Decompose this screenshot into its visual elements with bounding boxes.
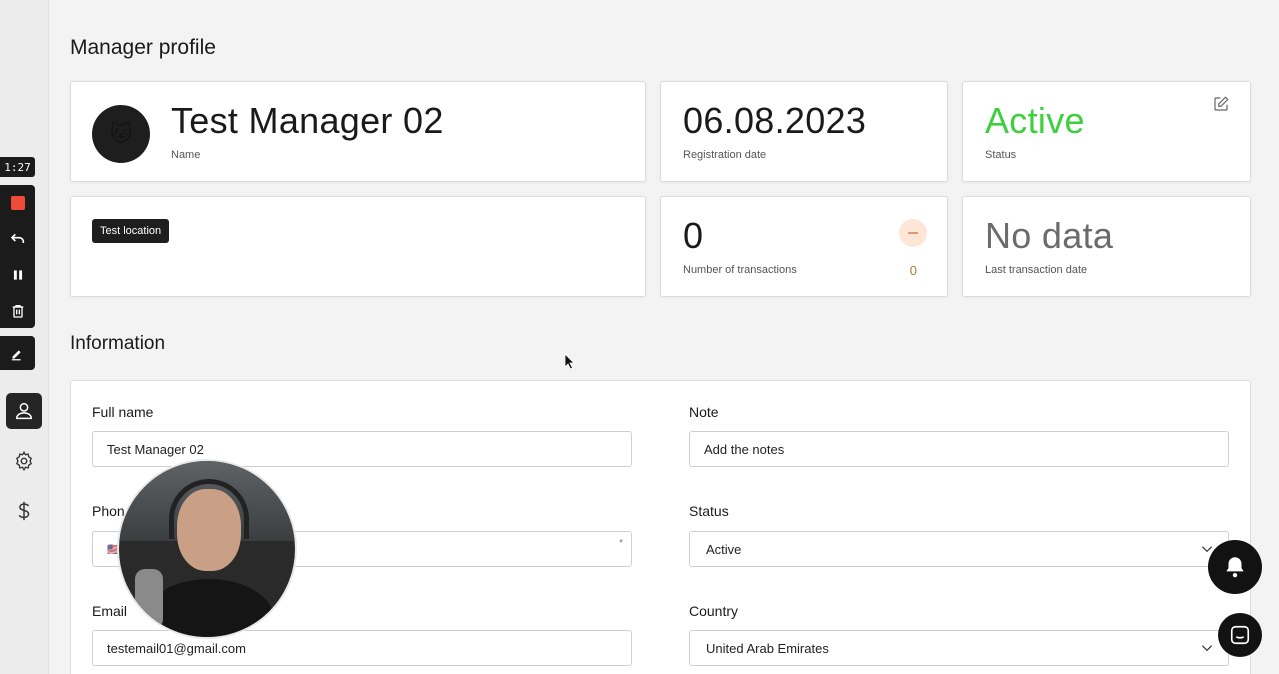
full-name-label: Full name — [92, 404, 154, 420]
chat-button[interactable] — [1218, 613, 1262, 657]
avatar: 🐱 — [92, 105, 150, 163]
country-select[interactable]: United Arab Emirates — [689, 630, 1229, 666]
country-select-value: United Arab Emirates — [706, 640, 829, 656]
transactions-change: 0 — [909, 263, 917, 278]
registration-card: 06.08.2023 Registration date — [660, 81, 948, 182]
chat-icon — [1230, 625, 1250, 645]
sidebar-item-profile[interactable] — [6, 393, 42, 429]
notifications-button[interactable] — [1208, 540, 1262, 594]
transactions-card: 0 Number of transactions 0 — [660, 196, 948, 297]
name-label: Name — [171, 149, 201, 161]
required-mark: * — [619, 538, 623, 549]
pause-icon — [13, 269, 22, 280]
manager-name: Test Manager 02 — [171, 100, 444, 141]
location-card: Test location — [70, 196, 646, 297]
sidebar-item-finance[interactable] — [6, 493, 42, 529]
recording-toolbar — [0, 185, 35, 328]
edit-icon[interactable] — [1212, 95, 1230, 113]
trend-neutral-icon — [899, 219, 927, 247]
status-field-label: Status — [689, 503, 729, 519]
dollar-icon — [18, 501, 30, 521]
status-select[interactable]: Active — [689, 531, 1229, 567]
status-label: Status — [985, 149, 1017, 161]
page-title: Manager profile — [70, 36, 216, 59]
pen-icon — [11, 349, 21, 360]
note-label: Note — [689, 404, 719, 420]
gear-icon — [15, 450, 33, 472]
trash-icon — [12, 304, 23, 318]
stop-icon — [10, 195, 25, 210]
information-title: Information — [70, 333, 166, 354]
status-card: Active Status — [962, 81, 1251, 182]
user-icon — [15, 402, 33, 420]
note-input[interactable]: Add the notes — [689, 431, 1229, 467]
location-badge[interactable]: Test location — [92, 219, 170, 243]
transactions-count: 0 — [683, 215, 704, 256]
last-transaction-label: Last transaction date — [985, 264, 1088, 276]
stop-recording-button[interactable] — [0, 185, 35, 220]
name-card: 🐱 Test Manager 02 Name — [70, 81, 646, 182]
undo-icon — [10, 233, 24, 243]
country-label: Country — [689, 603, 739, 619]
transactions-label: Number of transactions — [683, 264, 797, 276]
undo-button[interactable] — [0, 221, 35, 256]
status-select-value: Active — [706, 541, 742, 557]
bell-icon — [1226, 557, 1244, 578]
registration-label: Registration date — [683, 149, 767, 161]
email-label: Email — [92, 603, 128, 619]
pause-button[interactable] — [0, 257, 35, 292]
last-transaction-card: No data Last transaction date — [962, 196, 1251, 297]
sidebar-item-settings[interactable] — [6, 443, 42, 479]
draw-button[interactable] — [0, 336, 35, 370]
registration-date: 06.08.2023 — [683, 100, 867, 141]
delete-recording-button[interactable] — [0, 293, 35, 328]
avatar-emoji: 🐱 — [109, 121, 133, 146]
mouse-cursor-icon — [565, 354, 575, 370]
status-value: Active — [985, 100, 1085, 141]
webcam-overlay[interactable] — [117, 459, 297, 639]
chevron-down-icon — [1201, 645, 1213, 652]
recording-timer: 1:27 — [0, 157, 35, 177]
last-transaction-value: No data — [985, 215, 1114, 256]
